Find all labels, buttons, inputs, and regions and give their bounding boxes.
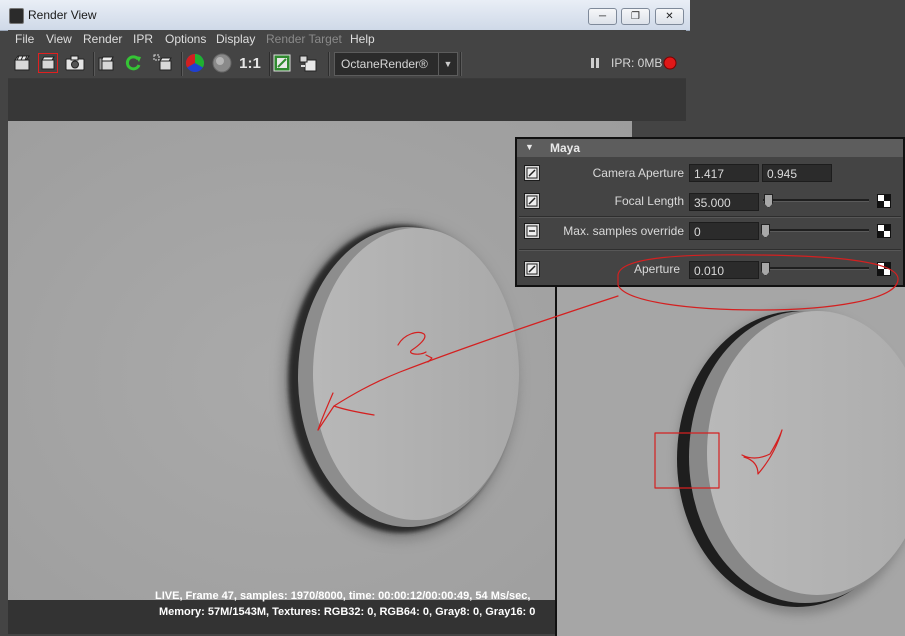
ipr-region-button[interactable] <box>153 53 173 73</box>
alpha-channel-button[interactable] <box>212 53 232 73</box>
remove-image-button[interactable] <box>298 53 318 73</box>
keep-image-button[interactable] <box>272 53 292 73</box>
remove-image-icon <box>299 55 317 72</box>
max-samples-override-field[interactable]: 0 <box>689 222 759 240</box>
camera-aperture-map-button[interactable] <box>524 165 540 181</box>
section-title: Maya <box>550 141 581 155</box>
menu-file[interactable]: File <box>15 32 34 46</box>
minimize-icon: ─ <box>598 11 607 22</box>
restore-button[interactable]: ❐ <box>621 8 650 25</box>
toolbar: 1:1 OctaneRender® ▼ IPR: 0MB <box>8 48 686 79</box>
zoomed-disc-image <box>557 287 905 636</box>
aperture-slider-handle[interactable] <box>761 262 770 276</box>
redo-render-button[interactable] <box>12 53 32 73</box>
menu-render-target: Render Target <box>266 32 342 46</box>
max-samples-override-label: Max. samples override <box>563 224 684 238</box>
render-status-line-1: LIVE, Frame 47, samples: 1970/8000, time… <box>155 590 531 602</box>
maya-app-icon <box>9 8 24 24</box>
maya-section-header[interactable]: ▼ Maya <box>517 139 903 157</box>
menu-help[interactable]: Help <box>350 32 375 46</box>
window-title: Render View <box>28 8 97 22</box>
row-divider <box>519 216 901 218</box>
map-link-icon <box>526 263 538 275</box>
menu-bar: File View Render IPR Options Display Ren… <box>8 30 686 48</box>
map-link-icon <box>526 167 538 179</box>
rgb-channels-button[interactable] <box>185 53 205 73</box>
real-size-button[interactable]: 1:1 <box>238 53 262 73</box>
menu-options[interactable]: Options <box>165 32 206 46</box>
render-status-line-2: Memory: 57M/1543M, Textures: RGB32: 0, R… <box>159 606 536 618</box>
max-samples-map-button[interactable] <box>524 223 540 239</box>
refresh-icon <box>125 55 141 71</box>
close-button[interactable]: ✕ <box>655 8 684 25</box>
renderer-dropdown-value: OctaneRender® <box>341 57 428 71</box>
camera-aperture-y-field[interactable]: 0.945 <box>762 164 832 182</box>
aperture-slider[interactable] <box>763 267 869 270</box>
map-link-icon <box>526 195 538 207</box>
ipr-memory-status: IPR: 0MB <box>611 56 663 70</box>
redo-render-icon <box>14 55 30 71</box>
focal-length-slider[interactable] <box>763 199 869 202</box>
renderer-dropdown[interactable]: OctaneRender® ▼ <box>334 52 458 76</box>
restore-icon: ❐ <box>631 11 640 22</box>
menu-display[interactable]: Display <box>216 32 255 46</box>
menu-ipr[interactable]: IPR <box>133 32 153 46</box>
rgb-channels-icon <box>185 54 205 72</box>
row-divider <box>519 249 901 251</box>
zoomed-render-inset <box>555 285 905 636</box>
max-samples-texture-icon[interactable] <box>877 224 891 238</box>
snapshot-button[interactable] <box>65 53 85 73</box>
aperture-map-button[interactable] <box>524 261 540 277</box>
aperture-label: Aperture <box>633 262 680 276</box>
aperture-field[interactable]: 0.010 <box>689 261 759 279</box>
chevron-down-icon: ▼ <box>438 53 457 75</box>
close-icon: ✕ <box>665 11 674 22</box>
render-region-icon <box>41 56 55 70</box>
max-samples-slider-handle[interactable] <box>761 224 770 238</box>
collapse-arrow-icon: ▼ <box>525 142 534 152</box>
attribute-editor-panel: ▼ Maya Camera Aperture 1.417 0.945 Focal… <box>515 137 905 287</box>
render-header-band <box>8 79 686 121</box>
menu-render[interactable]: Render <box>83 32 122 46</box>
ipr-region-icon <box>153 54 172 71</box>
minimize-button[interactable]: ─ <box>588 8 617 25</box>
focal-length-map-button[interactable] <box>524 193 540 209</box>
unlinked-map-icon <box>526 225 538 237</box>
toolbar-separator <box>93 52 95 76</box>
focal-length-texture-icon[interactable] <box>877 194 891 208</box>
pause-ipr-button[interactable] <box>588 53 602 73</box>
title-bar[interactable]: Render View ─ ❐ ✕ <box>0 0 690 31</box>
toolbar-separator <box>328 52 330 76</box>
record-stop-icon <box>663 56 677 70</box>
snapshot-icon <box>65 55 85 71</box>
keep-image-icon <box>273 54 291 72</box>
focal-length-label: Focal Length <box>614 194 684 208</box>
ipr-render-button[interactable] <box>97 53 117 73</box>
render-region-button[interactable] <box>38 53 58 73</box>
menu-view[interactable]: View <box>46 32 72 46</box>
refresh-ipr-button[interactable] <box>123 53 143 73</box>
max-samples-slider[interactable] <box>763 229 869 232</box>
toolbar-separator <box>181 52 183 76</box>
alpha-channel-icon <box>212 53 232 73</box>
camera-aperture-label: Camera Aperture <box>592 166 684 180</box>
ipr-render-icon <box>98 56 114 71</box>
pause-icon <box>591 58 599 68</box>
stop-ipr-button[interactable] <box>662 53 678 73</box>
aperture-texture-icon[interactable] <box>877 262 891 276</box>
focal-length-field[interactable]: 35.000 <box>689 193 759 211</box>
toolbar-separator <box>269 52 271 76</box>
focal-length-slider-handle[interactable] <box>764 194 773 208</box>
camera-aperture-x-field[interactable]: 1.417 <box>689 164 759 182</box>
toolbar-separator <box>460 52 462 76</box>
